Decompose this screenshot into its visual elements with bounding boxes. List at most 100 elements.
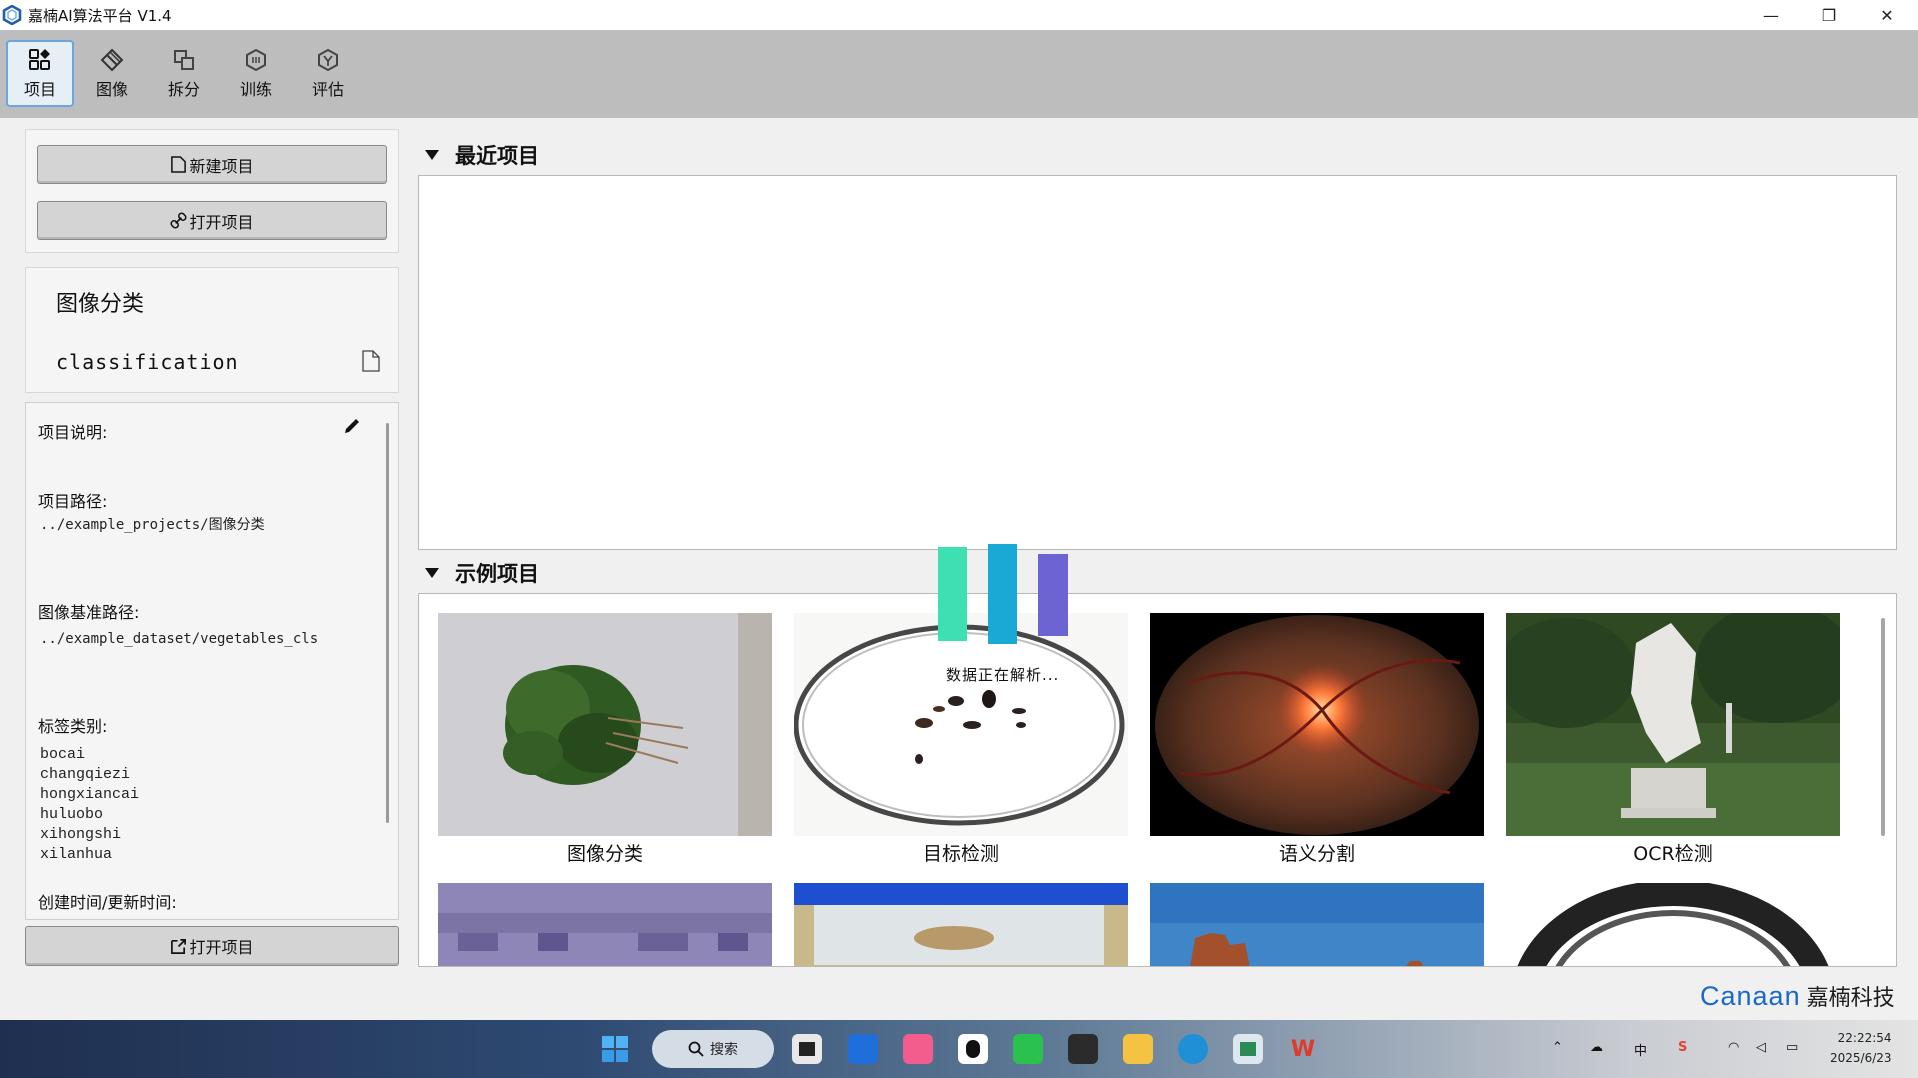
example-projects-panel: 图像分类 目标检测 语义分割 OCR检测 <box>418 593 1897 967</box>
app-logo-icon <box>2 5 22 25</box>
store-icon[interactable] <box>848 1034 878 1064</box>
brand-logo: Canaan 嘉楠科技 <box>1700 980 1895 1012</box>
example-label-ocr: OCR检测 <box>1633 843 1713 865</box>
edit-icon[interactable] <box>342 418 360 436</box>
new-file-icon <box>171 156 187 173</box>
qq-icon[interactable] <box>958 1034 988 1064</box>
sogou-icon[interactable]: S <box>1678 1040 1687 1055</box>
example-thumb-classification[interactable] <box>438 613 772 836</box>
tab-label: 拆分 <box>167 79 200 99</box>
tab-label: 项目 <box>23 79 56 99</box>
tab-split[interactable]: 拆分 <box>150 40 218 107</box>
project-type: 图像分类 <box>56 292 145 317</box>
petri-dish-photo <box>794 613 1128 836</box>
task-view-icon[interactable] <box>792 1034 822 1064</box>
bilibili-icon[interactable] <box>903 1034 933 1064</box>
example-thumb-row2-3[interactable] <box>1150 883 1484 966</box>
label-list: bocai changqiezi hongxiancai huluobo xih… <box>40 745 139 865</box>
file-explorer-icon[interactable] <box>1123 1034 1153 1064</box>
labels-label: 标签类别: <box>38 717 108 736</box>
taskbar-clock[interactable]: 22:22:54 2025/6/23 <box>1830 1028 1892 1068</box>
minimize-icon: — <box>1763 5 1779 25</box>
window-title: 嘉楠AI算法平台 V1.4 <box>28 6 172 25</box>
list-item: bocai <box>40 746 86 763</box>
search-icon <box>688 1041 704 1057</box>
example-label-detection: 目标检测 <box>922 843 999 865</box>
open-project-button[interactable]: 打开项目 <box>37 201 387 240</box>
list-item: xihongshi <box>40 826 122 843</box>
cloud-icon[interactable]: ☁ <box>1590 1040 1603 1055</box>
list-item: changqiezi <box>40 766 131 783</box>
tab-evaluate[interactable]: 评估 <box>294 40 362 107</box>
jar-photo <box>794 883 1128 966</box>
tab-label: 图像 <box>95 79 128 99</box>
desert-photo <box>1150 883 1484 966</box>
recent-projects-header[interactable]: 最近项目 <box>425 140 539 170</box>
close-button[interactable]: ✕ <box>1858 0 1916 30</box>
loading-bars-icon <box>938 544 1068 644</box>
link-icon <box>170 212 188 229</box>
list-item: hongxiancai <box>40 786 140 803</box>
image-base-label: 图像基准路径: <box>38 603 140 622</box>
example-thumb-row2-4[interactable] <box>1506 883 1840 966</box>
open-external-icon <box>171 938 187 954</box>
tab-train[interactable]: 训练 <box>222 40 290 107</box>
list-item: huluobo <box>40 806 104 823</box>
image-base-value: ../example_dataset/vegetables_cls <box>40 631 319 647</box>
collapse-triangle-icon <box>425 568 439 578</box>
time-label: 创建时间/更新时间: <box>38 893 177 912</box>
battery-icon[interactable]: ▭ <box>1786 1040 1798 1055</box>
path-label: 项目路径: <box>38 492 108 511</box>
recent-projects-panel <box>418 175 1897 550</box>
example-projects-header[interactable]: 示例项目 <box>425 558 539 588</box>
tray-expand-icon[interactable]: ⌃ <box>1552 1040 1563 1055</box>
pixelated-photo <box>438 883 772 966</box>
main-toolbar: 项目 图像 拆分 训练 评估 <box>0 30 1918 118</box>
example-thumb-row2-1[interactable] <box>438 883 772 966</box>
edge-browser-icon[interactable] <box>1178 1034 1208 1064</box>
tab-label: 评估 <box>311 79 344 99</box>
wps-icon[interactable]: W <box>1288 1034 1318 1064</box>
collapse-triangle-icon <box>425 150 439 160</box>
ime-indicator[interactable]: 中 <box>1634 1040 1647 1059</box>
ai-platform-taskbar-icon[interactable] <box>1233 1034 1263 1064</box>
retina-photo <box>1150 613 1484 836</box>
split-icon <box>174 49 194 70</box>
file-icon[interactable] <box>362 350 380 372</box>
os-taskbar: 搜索 W ⌃ ☁ 中 S ◠ ◁ ▭ 22:22:54 2025/6/23 <box>0 1020 1918 1078</box>
path-value: ../example_projects/图像分类 <box>40 517 265 533</box>
project-name: classification <box>56 350 239 374</box>
windows-start-icon[interactable] <box>600 1034 630 1064</box>
loading-text: 数据正在解析... <box>946 666 1060 684</box>
new-project-button[interactable]: 新建项目 <box>37 145 387 184</box>
project-details-panel: 项目说明: 项目路径: ../example_projects/图像分类 图像基… <box>25 402 399 920</box>
description-label: 项目说明: <box>38 423 108 442</box>
vegetable-photo <box>438 613 772 836</box>
tab-label: 训练 <box>239 79 272 99</box>
restore-button[interactable]: ❐ <box>1800 0 1858 30</box>
taskbar-search[interactable]: 搜索 <box>652 1030 774 1068</box>
close-icon: ✕ <box>1880 5 1894 25</box>
hexagon-icon <box>246 48 266 71</box>
badge-icon <box>318 48 338 71</box>
open-project-bottom-button[interactable]: 打开项目 <box>25 926 399 966</box>
minimize-button[interactable]: — <box>1742 0 1800 30</box>
example-thumb-ocr[interactable] <box>1506 613 1840 836</box>
example-thumb-segmentation[interactable] <box>1150 613 1484 836</box>
diamond-icon <box>100 48 124 71</box>
list-item: xilanhua <box>40 846 113 863</box>
example-label-classification: 图像分类 <box>566 843 643 865</box>
terminal-icon[interactable] <box>1068 1034 1098 1064</box>
grid-icon <box>29 48 50 70</box>
example-thumb-row2-2[interactable] <box>794 883 1128 966</box>
example-label-segmentation: 语义分割 <box>1278 843 1355 865</box>
wifi-icon[interactable]: ◠ <box>1728 1040 1739 1055</box>
tab-project[interactable]: 项目 <box>6 40 74 107</box>
example-thumb-detection[interactable] <box>794 613 1128 836</box>
examples-scrollbar[interactable] <box>1881 618 1885 836</box>
details-scrollbar[interactable] <box>386 423 389 823</box>
wechat-icon[interactable] <box>1013 1034 1043 1064</box>
volume-icon[interactable]: ◁ <box>1756 1040 1766 1055</box>
lens-photo <box>1506 883 1840 966</box>
tab-image[interactable]: 图像 <box>78 40 146 107</box>
